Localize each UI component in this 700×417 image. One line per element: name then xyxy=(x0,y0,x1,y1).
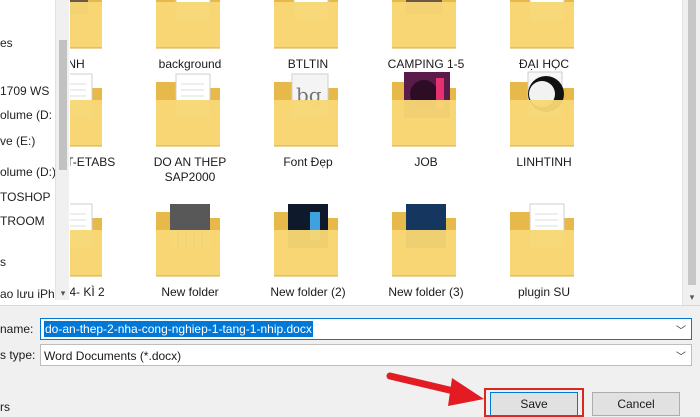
nav-item[interactable]: olume (D: xyxy=(0,108,52,122)
chevron-down-icon[interactable]: ﹀ xyxy=(676,322,686,337)
folder-icon xyxy=(370,68,482,152)
folder-label: JOB xyxy=(414,155,438,169)
filename-input[interactable]: do-an-thep-2-nha-cong-nghiep-1-tang-1-nh… xyxy=(40,318,692,340)
hide-folders-toggle[interactable]: rs xyxy=(0,400,10,414)
nav-item[interactable]: 1709 WS xyxy=(0,84,49,98)
main-scrollbar[interactable]: ▾ xyxy=(682,0,700,305)
folder-item[interactable]: JOB xyxy=(370,68,482,170)
folder-item[interactable]: background xyxy=(134,0,246,72)
folder-item[interactable]: ĐẠI HỌC xyxy=(488,0,600,72)
folder-icon xyxy=(134,0,246,54)
folder-item[interactable]: LINHTINH xyxy=(488,68,600,170)
folder-icon xyxy=(488,0,600,54)
folder-label: New folder (3) xyxy=(388,285,464,299)
folder-grid: ẢNHbackgroundBTLTINCAMPING 1-5ĐẠI HỌC DA-… xyxy=(70,0,682,305)
folder-item[interactable]: DO AN THEP SAP2000 xyxy=(134,68,246,185)
filename-value: do-an-thep-2-nha-cong-nghiep-1-tang-1-nh… xyxy=(44,321,313,337)
folder-item[interactable]: bg Font Đẹp xyxy=(252,68,364,170)
nav-item[interactable]: olume (D:) xyxy=(0,165,56,179)
save-type-label: s type: xyxy=(0,348,36,362)
nav-scrollbar-thumb[interactable] xyxy=(59,40,67,170)
folder-icon xyxy=(134,198,246,282)
folder-icon xyxy=(252,198,364,282)
cancel-button[interactable]: Cancel xyxy=(592,392,680,416)
folder-label: New folder xyxy=(161,285,219,299)
save-button[interactable]: Save xyxy=(490,392,578,416)
folder-icon xyxy=(70,68,128,152)
nav-scrollbar[interactable]: ▾ xyxy=(55,0,69,300)
folder-icon xyxy=(70,198,128,282)
folder-item[interactable]: CAMPING 1-5 xyxy=(370,0,482,72)
folder-icon xyxy=(488,198,600,282)
folder-icon xyxy=(370,0,482,54)
nav-item[interactable]: TROOM xyxy=(0,214,45,228)
nav-item[interactable]: es xyxy=(0,36,13,50)
folder-icon xyxy=(252,0,364,54)
nav-item[interactable]: TOSHOP xyxy=(0,190,50,204)
chevron-down-icon[interactable]: ﹀ xyxy=(676,348,686,363)
save-type-value: Word Documents (*.docx) xyxy=(44,349,182,363)
folder-label: New folder (2) xyxy=(270,285,346,299)
folder-icon xyxy=(488,68,600,152)
folder-icon: bg xyxy=(252,68,364,152)
folder-item[interactable]: DA-NBT-ETABS xyxy=(70,68,128,170)
filename-label: name: xyxy=(0,322,34,336)
folder-item[interactable]: NĂM 4- KÌ 2 xyxy=(70,198,128,300)
folder-item[interactable]: New folder (2) xyxy=(252,198,364,300)
nav-item[interactable]: s xyxy=(0,255,6,269)
folder-label: DO AN THEP SAP2000 xyxy=(153,155,227,184)
folder-label: LINHTINH xyxy=(516,155,572,169)
nav-scroll-down-icon[interactable]: ▾ xyxy=(58,288,68,298)
folder-label: DA-NBT-ETABS xyxy=(70,155,116,169)
folder-icon xyxy=(134,68,246,152)
folder-icon xyxy=(370,198,482,282)
folder-label: Font Đẹp xyxy=(283,155,333,169)
nav-item[interactable]: ao lưu iPho xyxy=(0,287,61,300)
folder-item[interactable]: New folder (3) xyxy=(370,198,482,300)
folder-item[interactable]: ẢNH xyxy=(70,0,128,72)
folder-icon xyxy=(70,0,128,54)
nav-item[interactable]: ve (E:) xyxy=(0,134,35,148)
folder-item[interactable]: BTLTIN xyxy=(252,0,364,72)
folder-label: plugin SU xyxy=(517,285,571,299)
folder-label: NĂM 4- KÌ 2 xyxy=(70,285,105,299)
folder-item[interactable]: New folder xyxy=(134,198,246,300)
navigation-pane: es 1709 WS olume (D: ve (E:) olume (D:) … xyxy=(0,0,70,300)
main-scrollbar-thumb[interactable] xyxy=(688,0,696,285)
main-scroll-down-icon[interactable]: ▾ xyxy=(687,292,697,302)
folder-item[interactable]: plugin SU xyxy=(488,198,600,300)
save-type-select[interactable]: Word Documents (*.docx) ﹀ xyxy=(40,344,692,366)
